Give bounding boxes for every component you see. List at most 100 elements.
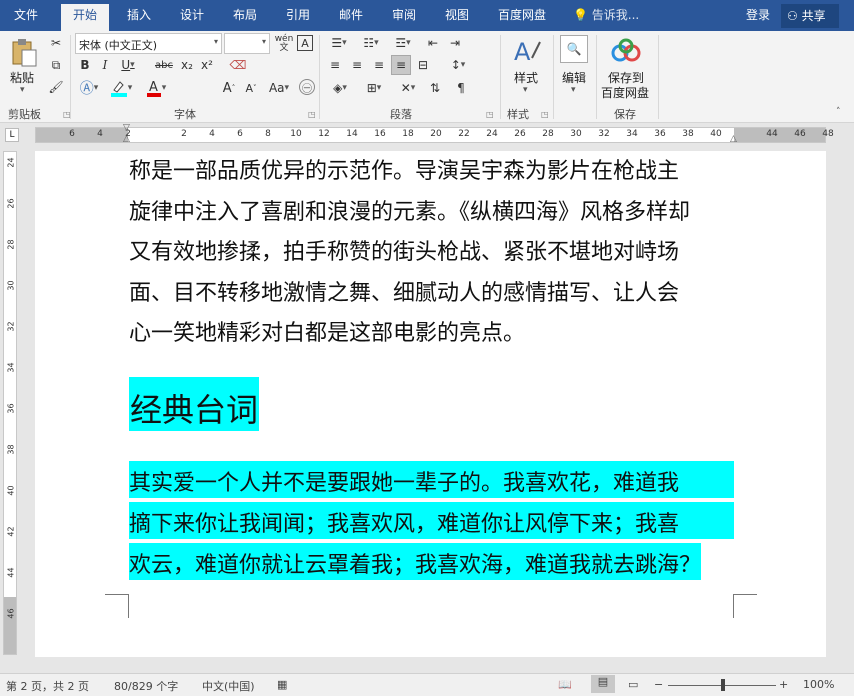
hanging-indent-icon[interactable]: △ (123, 134, 130, 144)
share-button[interactable]: ⚇ 共享 (781, 4, 839, 28)
zoom-out-icon[interactable]: − (654, 678, 663, 691)
decrease-indent-icon[interactable]: ⇤ (424, 35, 442, 51)
save-group-label: 保存 (614, 108, 636, 121)
ruler-number: 14 (346, 129, 358, 139)
tab-insert[interactable]: 插入 (127, 6, 151, 24)
paste-icon[interactable] (8, 37, 40, 69)
login-link[interactable]: 登录 (746, 6, 770, 23)
ruler-number: 30 (570, 129, 582, 139)
phonetic-guide-icon[interactable]: wén 文 (274, 33, 294, 55)
word-count[interactable]: 80/829 个字 (114, 678, 178, 694)
multilevel-list-icon[interactable]: ☲ ▾ (390, 35, 416, 51)
tab-stop-glyph: L (9, 130, 15, 140)
align-left-icon[interactable]: ≡ (326, 57, 344, 73)
horizontal-ruler[interactable]: 6 4 2 2 4 6 8 10 12 14 16 18 20 22 24 26 28 30 32 34 36 38 40 4… (35, 123, 834, 144)
vertical-ruler[interactable]: 24 26 28 30 32 34 36 38 40 42 44 46 (3, 151, 17, 655)
vertical-ruler-number: 36 (6, 403, 16, 414)
underline-button[interactable]: U ▾ (117, 57, 139, 73)
ruler-number: 34 (626, 129, 638, 139)
read-mode-icon[interactable]: 📖 (558, 678, 572, 691)
ribbon: 粘贴 ▾ ✂ ⧉ 🖌 剪贴板 ◳ 宋体 (中文正文) ▾ ▾ wén 文 A B I… (0, 31, 854, 123)
format-painter-icon[interactable]: 🖌 (48, 79, 64, 95)
shading-icon[interactable]: ◈ ▾ (326, 79, 354, 97)
highlight-color-icon[interactable]: ▾ (108, 79, 134, 97)
borders-icon[interactable]: ⊞ ▾ (360, 79, 388, 97)
styles-launcher-icon[interactable]: ◳ (541, 110, 549, 119)
find-icon[interactable]: 🔍 (560, 35, 588, 63)
baidu-cloud-icon[interactable] (610, 35, 642, 67)
paragraph-group-label: 段落 (390, 108, 412, 121)
page-count[interactable]: 第 2 页，共 2 页 (6, 678, 89, 694)
superscript-button[interactable]: x² (199, 57, 215, 73)
bottom-margin-area (4, 597, 16, 654)
numbering-icon[interactable]: ☷ ▾ (358, 35, 384, 51)
align-right-icon[interactable]: ≡ (370, 57, 388, 73)
vertical-ruler-number: 40 (6, 485, 16, 496)
subscript-button[interactable]: x₂ (179, 57, 195, 73)
copy-icon[interactable]: ⧉ (48, 57, 64, 73)
chevron-down-icon: ▾ (93, 83, 99, 93)
ruler-number: 48 (822, 129, 834, 139)
zoom-slider-handle[interactable] (721, 679, 725, 691)
styles-dropdown-icon[interactable]: ▾ (523, 85, 528, 95)
styles-icon[interactable]: A (511, 35, 543, 67)
show-marks-icon[interactable]: ¶ (452, 79, 470, 97)
strikethrough-button[interactable]: abc (153, 57, 175, 73)
tab-design[interactable]: 设计 (180, 6, 204, 24)
document-page[interactable]: 称是一部品质优异的示范作。导演吴宇森为影片在枪战主 旋律中注入了喜剧和浪漫的元素… (35, 151, 826, 657)
editing-dropdown-icon[interactable]: ▾ (571, 85, 576, 95)
tab-file[interactable]: 文件 (14, 6, 38, 24)
chevron-down-icon: ▾ (410, 83, 416, 93)
paste-dropdown-icon[interactable]: ▾ (20, 85, 25, 95)
tab-layout[interactable]: 布局 (233, 6, 257, 24)
change-case-button[interactable]: Aa ▾ (264, 79, 294, 97)
text-effects-icon[interactable]: Ⓐ ▾ (77, 79, 101, 97)
first-line-indent-icon[interactable]: ▽ (123, 123, 130, 133)
bullets-icon[interactable]: ☰ ▾ (326, 35, 352, 51)
macro-record-icon[interactable]: ▦ (277, 678, 287, 691)
cut-icon[interactable]: ✂ (48, 35, 64, 51)
scrollbar-thumb[interactable] (830, 151, 848, 649)
tab-stop-selector[interactable]: L (5, 128, 19, 142)
align-center-icon[interactable]: ≡ (348, 57, 366, 73)
language-indicator[interactable]: 中文(中国) (202, 678, 255, 694)
font-size-select[interactable]: ▾ (224, 33, 270, 54)
tab-references[interactable]: 引用 (286, 6, 310, 24)
ruler-number: 24 (486, 129, 498, 139)
zoom-in-icon[interactable]: + (779, 678, 788, 691)
tab-view[interactable]: 视图 (445, 6, 469, 24)
chevron-down-icon: ▾ (374, 38, 379, 48)
italic-button[interactable]: I (97, 57, 113, 73)
sort-icon[interactable]: ⇅ (426, 79, 444, 97)
line-spacing-icon[interactable]: ↕ ▾ (444, 57, 472, 73)
zoom-level[interactable]: 100% (803, 678, 834, 691)
ruler-number: 4 (97, 129, 103, 139)
font-color-icon[interactable]: A ▾ (143, 79, 169, 97)
grow-font-button[interactable]: A ˄ (220, 79, 238, 97)
web-layout-icon[interactable]: ▭ (628, 678, 638, 691)
increase-indent-icon[interactable]: ⇥ (446, 35, 464, 51)
collapse-ribbon-icon[interactable]: ˄ (836, 107, 841, 117)
font-name-select[interactable]: 宋体 (中文正文) ▾ (75, 33, 222, 54)
distributed-icon[interactable]: ⊟ (414, 57, 432, 73)
right-indent-icon[interactable]: △ (730, 134, 737, 144)
enclose-characters-icon[interactable]: ㊀ (299, 79, 315, 95)
tab-mailings[interactable]: 邮件 (339, 6, 363, 24)
font-launcher-icon[interactable]: ◳ (308, 110, 316, 119)
ruler-number: 46 (794, 129, 806, 139)
ruler-number: 40 (710, 129, 722, 139)
print-layout-icon[interactable]: ▤ (591, 675, 615, 693)
tell-me-search[interactable]: 💡 告诉我... (573, 6, 639, 23)
tab-baidu-netdisk[interactable]: 百度网盘 (498, 6, 546, 24)
tab-review[interactable]: 审阅 (392, 6, 416, 24)
vertical-ruler-number: 32 (6, 321, 16, 332)
vertical-scrollbar[interactable] (826, 147, 854, 657)
paragraph-launcher-icon[interactable]: ◳ (486, 110, 494, 119)
shrink-font-button[interactable]: A ˅ (242, 79, 260, 97)
justify-icon[interactable]: ≡ (391, 55, 411, 75)
chinese-layout-icon[interactable]: ✕ ▾ (398, 79, 418, 97)
clear-formatting-icon[interactable]: ⌫ (229, 57, 247, 73)
character-border-icon[interactable]: A (297, 35, 313, 51)
bold-button[interactable]: B (77, 57, 93, 73)
tab-home[interactable]: 开始 (61, 4, 110, 31)
